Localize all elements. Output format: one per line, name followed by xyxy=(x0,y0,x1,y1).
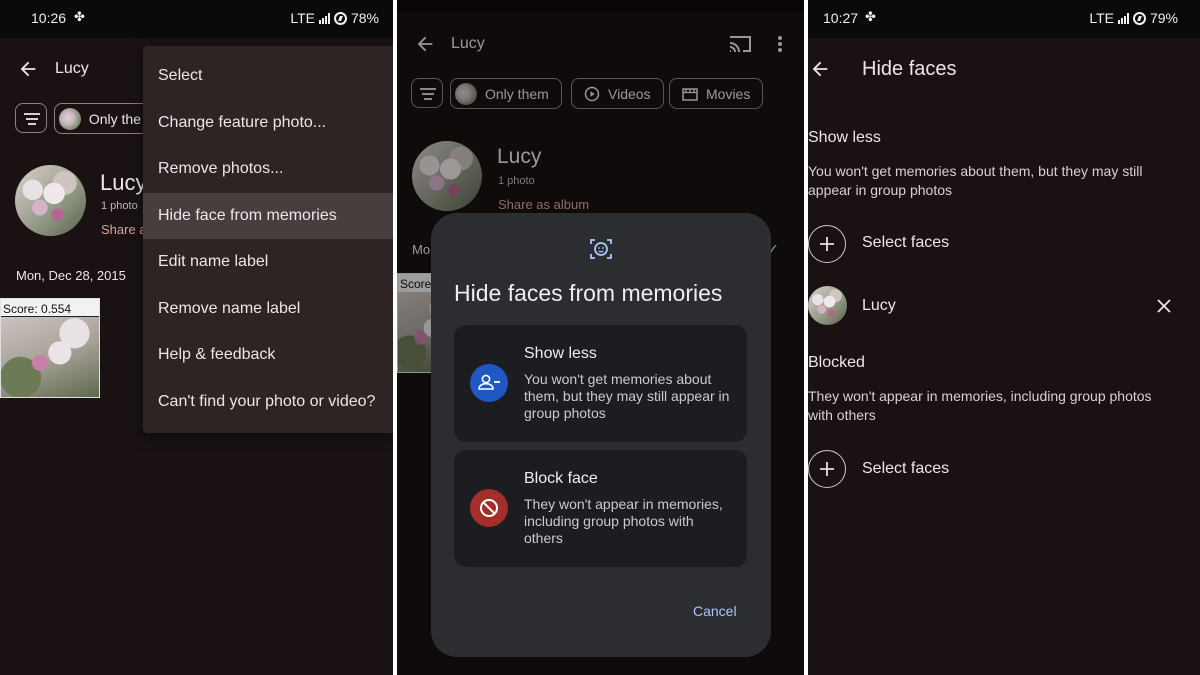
chip-avatar xyxy=(59,107,81,130)
pinwheel-icon: ✤ xyxy=(865,9,876,24)
chip-label: Only the xyxy=(88,110,141,127)
back-arrow-icon[interactable] xyxy=(17,58,39,80)
menu-item-hide-face[interactable]: Hide face from memories xyxy=(143,193,393,239)
battery-percent: 78% xyxy=(350,10,379,26)
menu-item-help-feedback[interactable]: Help & feedback xyxy=(143,332,393,378)
chip-only-them[interactable]: Only the xyxy=(54,103,154,134)
menu-item-remove-name-label[interactable]: Remove name label xyxy=(143,286,393,332)
signal-icon xyxy=(318,12,330,24)
hide-faces-dialog: Hide faces from memories Show less You w… xyxy=(431,213,771,657)
option-show-less[interactable]: Show less You won't get memories about t… xyxy=(454,325,747,442)
select-faces-blocked[interactable]: Select faces xyxy=(862,460,949,478)
photo-count: 1 photo xyxy=(101,200,138,212)
section-title-blocked: Blocked xyxy=(808,354,865,371)
header-title: Lucy xyxy=(55,60,89,77)
option-desc: You won't get memories about them, but t… xyxy=(524,371,730,421)
back-arrow-icon[interactable] xyxy=(809,58,831,80)
screen-hide-dialog: Lucy Only them Videos Movies Lucy 1 phot… xyxy=(397,0,804,675)
battery-percent: 79% xyxy=(1149,10,1178,26)
add-face-blocked-button[interactable] xyxy=(808,450,846,488)
option-title: Show less xyxy=(524,345,597,362)
close-icon[interactable] xyxy=(1156,298,1172,314)
person-avatar[interactable] xyxy=(15,165,86,236)
option-title: Block face xyxy=(524,470,598,487)
menu-item-change-feature-photo[interactable]: Change feature photo... xyxy=(143,100,393,146)
page-title: Hide faces xyxy=(862,58,957,80)
share-album-link[interactable]: Share a xyxy=(101,222,147,237)
status-bar: 10:26 ✤ LTE 78% xyxy=(0,0,393,38)
dialog-title: Hide faces from memories xyxy=(454,280,723,306)
menu-item-select[interactable]: Select xyxy=(143,53,393,99)
signal-icon xyxy=(1117,12,1129,24)
overflow-menu: Select Change feature photo... Remove ph… xyxy=(143,46,393,433)
screen-people-menu: 10:26 ✤ LTE 78% Lucy Only the Lucy 1 pho… xyxy=(0,0,393,675)
menu-item-cant-find[interactable]: Can't find your photo or video? xyxy=(143,379,393,425)
score-label: Score: 0.554 xyxy=(3,302,72,316)
menu-item-remove-photos[interactable]: Remove photos... xyxy=(143,146,393,192)
add-face-show-less-button[interactable] xyxy=(808,225,846,263)
status-right: LTE 78% xyxy=(290,10,379,26)
block-icon xyxy=(470,489,508,527)
section-title-show-less: Show less xyxy=(808,129,881,146)
select-faces-show-less[interactable]: Select faces xyxy=(862,234,949,252)
person-avatar xyxy=(808,286,847,325)
status-time: 10:26 xyxy=(31,10,67,26)
person-name: Lucy xyxy=(862,297,896,314)
section-desc-show-less: You won't get memories about them, but t… xyxy=(808,163,1143,198)
photo-thumbnail[interactable]: Score: 0.554 xyxy=(0,298,100,398)
face-frame-icon xyxy=(590,239,612,259)
network-label: LTE xyxy=(290,10,315,26)
status-right: LTE 79% xyxy=(1089,10,1178,26)
person-minus-icon xyxy=(470,364,508,402)
pinwheel-icon: ✤ xyxy=(74,9,85,24)
battery-saver-icon xyxy=(333,11,347,25)
option-desc: They won't appear in memories, including… xyxy=(524,496,723,546)
status-time: 10:27 xyxy=(823,10,859,26)
battery-saver-icon xyxy=(1132,11,1146,25)
network-label: LTE xyxy=(1089,10,1114,26)
menu-item-edit-name-label[interactable]: Edit name label xyxy=(143,239,393,285)
section-desc-blocked: They won't appear in memories, including… xyxy=(808,388,1152,423)
filter-button[interactable] xyxy=(15,103,47,133)
option-block-face[interactable]: Block face They won't appear in memories… xyxy=(454,450,747,567)
person-name[interactable]: Lucy xyxy=(100,170,146,196)
status-bar: 10:27 ✤ LTE 79% xyxy=(808,0,1200,38)
cancel-button[interactable]: Cancel xyxy=(693,603,737,619)
date-heading: Mon, Dec 28, 2015 xyxy=(16,268,126,283)
screen-hide-faces-settings: 10:27 ✤ LTE 79% Hide faces Show less You… xyxy=(808,0,1200,675)
